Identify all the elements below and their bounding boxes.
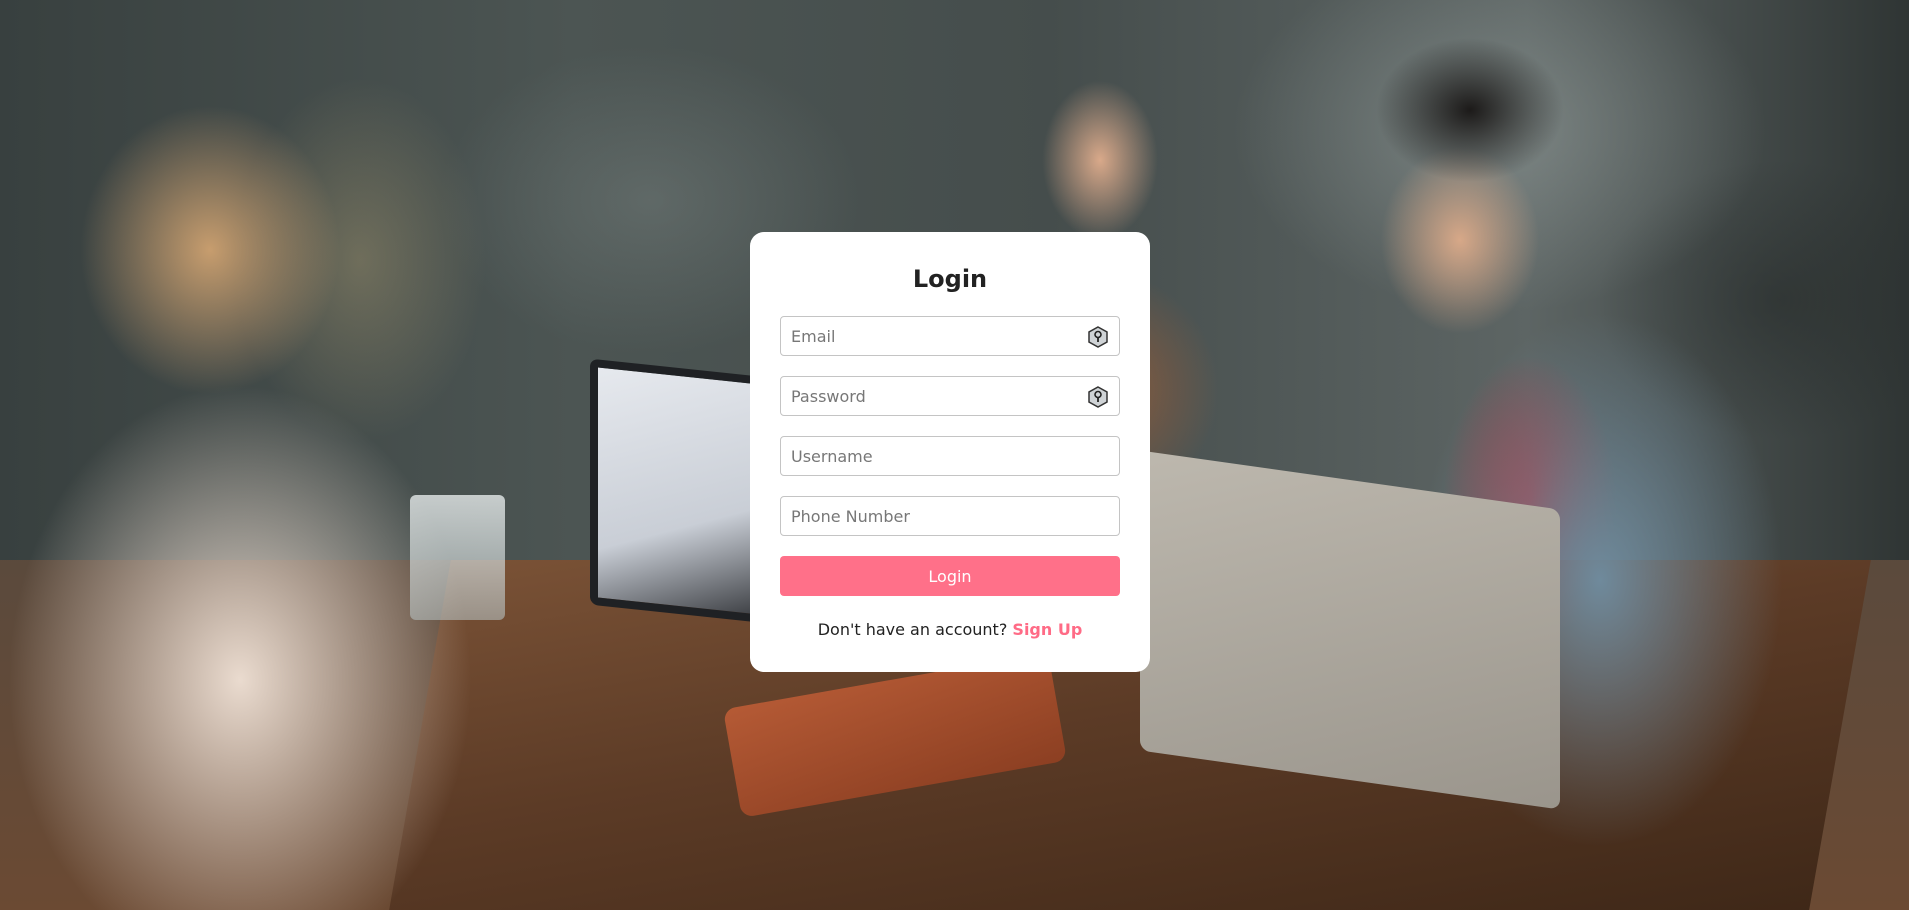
key-icon	[1087, 326, 1109, 348]
email-field[interactable]	[780, 316, 1120, 356]
password-field[interactable]	[780, 376, 1120, 416]
signup-prompt: Don't have an account? Sign Up	[780, 620, 1120, 639]
phone-number-field[interactable]	[780, 496, 1120, 536]
email-input[interactable]	[781, 317, 1119, 355]
login-title: Login	[912, 265, 988, 293]
username-field[interactable]	[780, 436, 1120, 476]
key-icon	[1087, 386, 1109, 408]
username-input[interactable]	[781, 437, 1119, 475]
phone-number-input[interactable]	[781, 497, 1119, 535]
background-glass	[410, 495, 505, 620]
background-laptop-right	[1140, 450, 1560, 810]
background-person-left	[0, 80, 600, 910]
signup-prompt-text: Don't have an account?	[817, 620, 1008, 639]
login-card: Login Login Don't have an account?	[750, 232, 1150, 672]
signup-link[interactable]: Sign Up	[1012, 620, 1082, 639]
login-button[interactable]: Login	[780, 556, 1120, 596]
password-input[interactable]	[781, 377, 1119, 415]
